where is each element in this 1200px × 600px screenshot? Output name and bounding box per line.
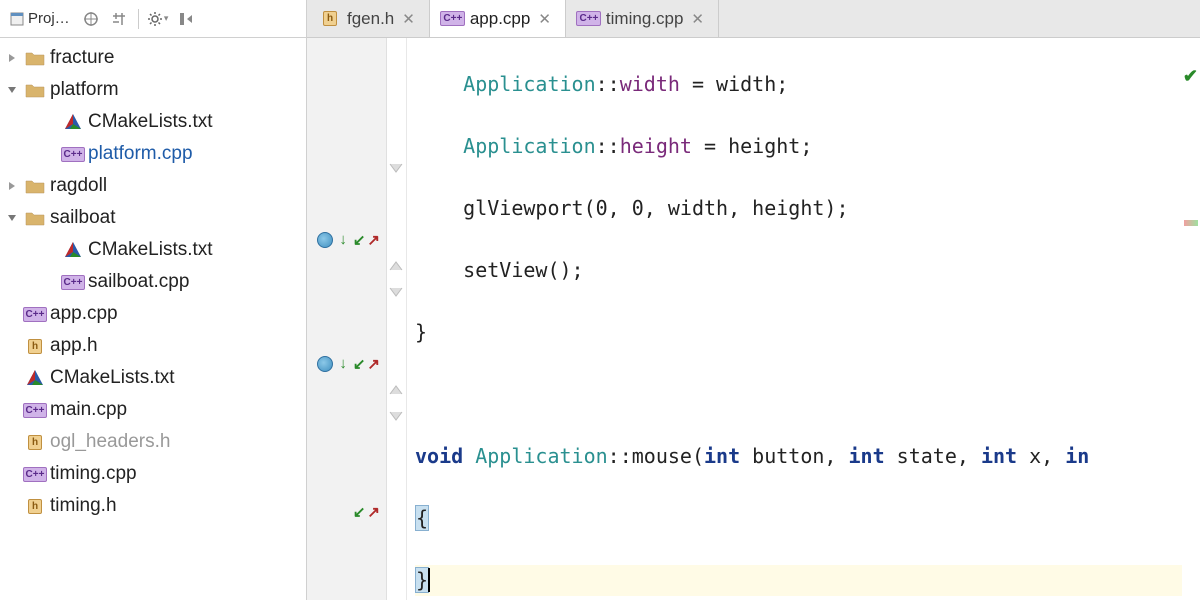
tab-fgen-h[interactable]: h fgen.h ✕ (307, 0, 430, 37)
tree-item-sailboat[interactable]: sailboat (0, 202, 306, 234)
fold-end-icon[interactable] (388, 286, 406, 304)
tree-item-label: app.h (50, 335, 98, 357)
scope-icon[interactable] (80, 8, 102, 30)
stripe-marker[interactable] (1184, 220, 1198, 226)
tree-arrow-icon[interactable] (4, 181, 20, 191)
cmake-icon (24, 368, 46, 388)
editor-tabbar: hfgen.h✕C++app.cpp✕C++timing.cpp✕ (307, 0, 1200, 38)
close-icon[interactable]: ✕ (689, 8, 706, 30)
h-icon: h (319, 9, 341, 29)
tree-item-app-cpp[interactable]: C++app.cpp (0, 298, 306, 330)
arrow-down-icon: ↓ (339, 355, 347, 372)
hide-icon[interactable] (175, 8, 197, 30)
tree-item-ragdoll[interactable]: ragdoll (0, 170, 306, 202)
tree-item-timing-cpp[interactable]: C++timing.cpp (0, 458, 306, 490)
tree-item-label: app.cpp (50, 303, 118, 325)
tree-item-platform-cpp[interactable]: C++platform.cpp (0, 138, 306, 170)
tree-item-label: sailboat.cpp (88, 271, 189, 293)
cmake-icon (62, 240, 84, 260)
tab-timing-cpp[interactable]: C++ timing.cpp ✕ (566, 0, 719, 37)
vcs-dot-icon (317, 232, 333, 248)
editor-body: ↓ ↙↗ ↓ ↙↗ ↙↗ Application::width = widt (307, 38, 1200, 600)
cpp-icon: C++ (442, 9, 464, 29)
close-icon[interactable]: ✕ (400, 8, 417, 30)
tree-item-label: sailboat (50, 207, 116, 229)
fold-gutter[interactable] (387, 38, 407, 600)
sidebar-title-text: Proj… (28, 10, 70, 27)
tree-item-cmakelists-txt[interactable]: CMakeLists.txt (0, 362, 306, 394)
tree-item-label: timing.h (50, 495, 117, 517)
tab-label: timing.cpp (606, 9, 683, 29)
cpp-icon: C++ (24, 304, 46, 324)
folder-icon (24, 208, 46, 228)
fold-start-icon[interactable] (388, 380, 406, 398)
vcs-change-marker[interactable]: ↓ ↙↗ (307, 348, 386, 379)
tree-item-label: CMakeLists.txt (88, 239, 213, 261)
h-icon: h (24, 432, 46, 452)
folder-icon (24, 80, 46, 100)
cpp-icon: C++ (62, 144, 84, 164)
tree-item-label: ragdoll (50, 175, 107, 197)
cpp-icon: C++ (24, 464, 46, 484)
project-tree[interactable]: fractureplatformCMakeLists.txtC++platfor… (0, 38, 306, 600)
collapse-icon[interactable] (108, 8, 130, 30)
project-sidebar: Proj… ▾ fractureplatformCMakeLists.txtC+… (0, 0, 307, 600)
editor-gutter[interactable]: ↓ ↙↗ ↓ ↙↗ ↙↗ (307, 38, 387, 600)
arrow-down-icon: ↓ (339, 231, 347, 248)
h-icon: h (24, 496, 46, 516)
tree-arrow-icon[interactable] (4, 53, 20, 63)
tree-item-cmakelists-txt[interactable]: CMakeLists.txt (0, 106, 306, 138)
text-caret (428, 568, 430, 592)
cpp-icon: C++ (578, 9, 600, 29)
sidebar-title[interactable]: Proj… (6, 8, 74, 29)
fold-end-icon[interactable] (388, 410, 406, 428)
tree-item-label: platform.cpp (88, 143, 193, 165)
tree-item-fracture[interactable]: fracture (0, 42, 306, 74)
tree-item-platform[interactable]: platform (0, 74, 306, 106)
tree-arrow-icon[interactable] (4, 213, 20, 223)
tree-item-app-h[interactable]: happ.h (0, 330, 306, 362)
tree-item-label: main.cpp (50, 399, 127, 421)
fold-start-icon[interactable] (388, 256, 406, 274)
tree-item-ogl_headers-h[interactable]: hogl_headers.h (0, 426, 306, 458)
tab-label: fgen.h (347, 9, 394, 29)
analysis-ok-icon: ✔ (1183, 66, 1198, 87)
tab-app-cpp[interactable]: C++ app.cpp✕ (430, 0, 566, 37)
tree-item-timing-h[interactable]: htiming.h (0, 490, 306, 522)
vcs-change-marker[interactable]: ↓ ↙↗ (307, 224, 386, 255)
tree-item-label: ogl_headers.h (50, 431, 170, 453)
cmake-icon (62, 112, 84, 132)
tab-label: app.cpp (470, 9, 531, 29)
h-icon: h (24, 336, 46, 356)
folder-icon (24, 176, 46, 196)
close-icon[interactable]: ✕ (536, 8, 553, 30)
editor-area: hfgen.h✕C++app.cpp✕C++timing.cpp✕ ↓ ↙↗ ↓… (307, 0, 1200, 600)
tree-item-label: fracture (50, 47, 114, 69)
vcs-dot-icon (317, 356, 333, 372)
tree-arrow-icon[interactable] (4, 85, 20, 95)
cpp-icon: C++ (24, 400, 46, 420)
tree-item-cmakelists-txt[interactable]: CMakeLists.txt (0, 234, 306, 266)
tree-item-label: CMakeLists.txt (88, 111, 213, 133)
code-editor[interactable]: Application::width = width; Application:… (407, 38, 1182, 600)
error-stripe[interactable]: ✔ (1182, 38, 1200, 600)
sidebar-toolbar: Proj… ▾ (0, 0, 306, 38)
tree-item-label: timing.cpp (50, 463, 137, 485)
tree-item-sailboat-cpp[interactable]: C++sailboat.cpp (0, 266, 306, 298)
vcs-change-marker[interactable]: ↙↗ (307, 496, 386, 527)
tree-item-label: platform (50, 79, 119, 101)
tree-item-main-cpp[interactable]: C++main.cpp (0, 394, 306, 426)
folder-icon (24, 48, 46, 68)
tree-item-label: CMakeLists.txt (50, 367, 175, 389)
project-icon (10, 12, 24, 26)
settings-icon[interactable]: ▾ (147, 8, 169, 30)
cpp-icon: C++ (62, 272, 84, 292)
fold-end-icon[interactable] (388, 162, 406, 180)
